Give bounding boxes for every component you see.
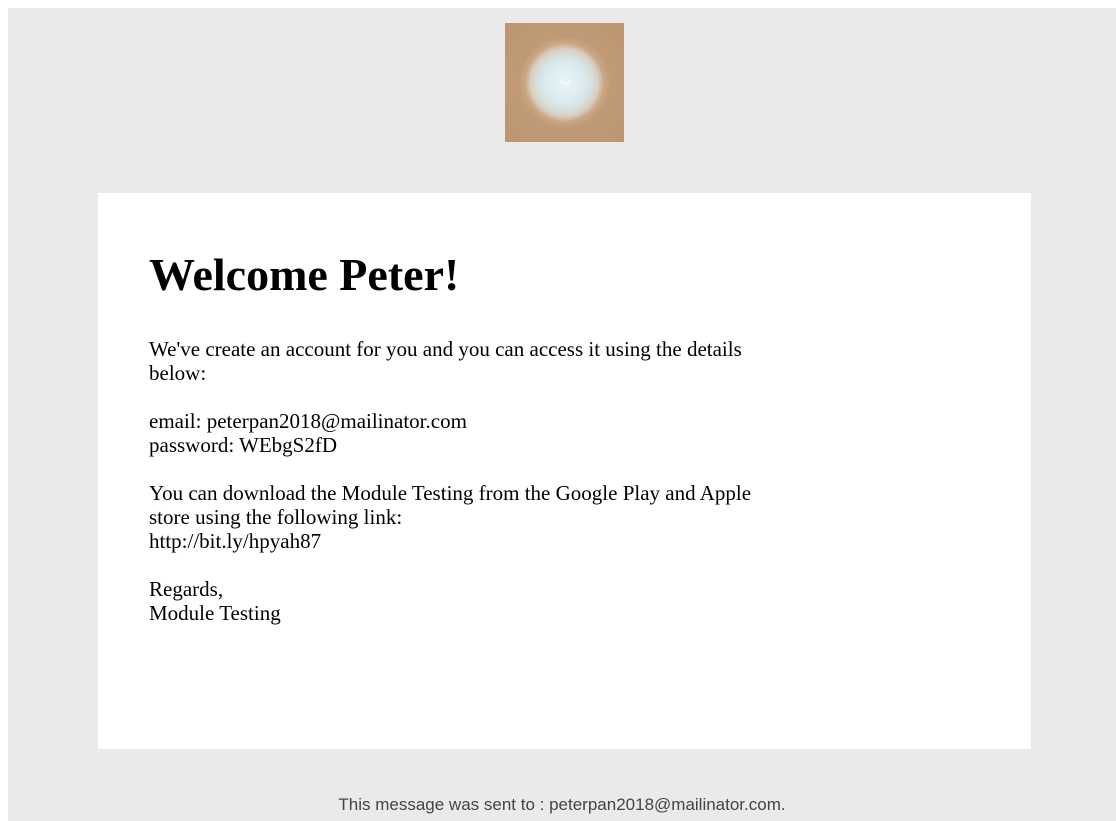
intro-paragraph: We've create an account for you and you …: [149, 337, 969, 385]
app-logo-icon: [505, 23, 624, 142]
download-line: You can download the Module Testing from…: [149, 481, 752, 505]
intro-line: We've create an account for you and you …: [149, 337, 742, 361]
signoff-paragraph: Regards, Module Testing: [149, 577, 969, 625]
logo-mark-icon: [558, 79, 571, 85]
regards-text: Regards,: [149, 577, 224, 601]
email-card: Welcome Peter! We've create an account f…: [98, 193, 1031, 749]
email-page: Welcome Peter! We've create an account f…: [8, 8, 1116, 821]
download-paragraph: You can download the Module Testing from…: [149, 481, 969, 553]
sender-name: Module Testing: [149, 601, 281, 625]
password-credential: password: WEbgS2fD: [149, 433, 338, 457]
welcome-heading: Welcome Peter!: [149, 249, 460, 300]
credentials-paragraph: email: peterpan2018@mailinator.com passw…: [149, 409, 969, 457]
email-credential: email: peterpan2018@mailinator.com: [149, 409, 467, 433]
download-link[interactable]: http://bit.ly/hpyah87: [149, 529, 969, 553]
footer-notice: This message was sent to : peterpan2018@…: [338, 795, 786, 814]
download-line: store using the following link:: [149, 505, 403, 529]
intro-line: below:: [149, 361, 207, 385]
email-content: Welcome Peter! We've create an account f…: [149, 247, 969, 649]
